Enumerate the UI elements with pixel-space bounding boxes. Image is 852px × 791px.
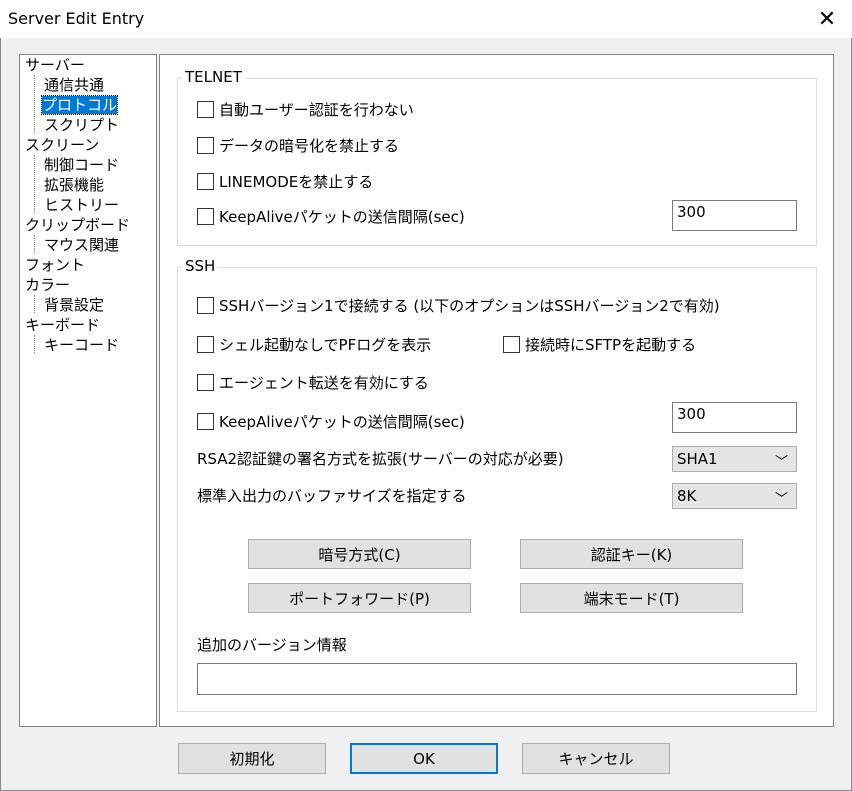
chevron-down-icon: ﹀ xyxy=(774,455,788,470)
terminal-mode-button[interactable]: 端末モード(T) xyxy=(520,583,743,613)
tree-item-mouse[interactable]: マウス関連 xyxy=(44,236,119,255)
cancel-button[interactable]: キャンセル xyxy=(522,743,670,774)
tree-item-extensions[interactable]: 拡張機能 xyxy=(44,176,104,195)
window-title: Server Edit Entry xyxy=(8,9,145,28)
tree-item-screen[interactable]: スクリーン xyxy=(25,136,99,155)
version-info-label: 追加のバージョン情報 xyxy=(197,636,347,654)
close-icon[interactable]: ✕ xyxy=(802,0,852,38)
ok-button[interactable]: OK xyxy=(350,743,498,774)
auth-key-button[interactable]: 認証キー(K) xyxy=(520,539,743,569)
init-button[interactable]: 初期化 xyxy=(178,743,326,774)
checkbox-box[interactable] xyxy=(197,413,214,430)
settings-panel: TELNET 自動ユーザー認証を行わない データの暗号化を禁止する LINEMO… xyxy=(159,54,834,727)
tree-item-server[interactable]: サーバー xyxy=(25,56,85,75)
pf-log-checkbox[interactable]: シェル起動なしでPFログを表示 xyxy=(197,334,431,355)
checkbox-box[interactable] xyxy=(197,101,214,118)
tree-connector xyxy=(34,235,35,253)
telnet-no-linemode-checkbox[interactable]: LINEMODEを禁止する xyxy=(197,171,373,192)
tree-item-comm[interactable]: 通信共通 xyxy=(44,76,104,95)
rsa-sign-label: RSA2認証鍵の署名方式を拡張(サーバーの対応が必要) xyxy=(197,450,564,468)
ssh1-checkbox[interactable]: SSHバージョン1で接続する (以下のオプションはSSHバージョン2で有効) xyxy=(197,295,720,316)
telnet-keepalive-input[interactable]: 300 xyxy=(672,200,797,231)
telnet-auto-login-checkbox[interactable]: 自動ユーザー認証を行わない xyxy=(197,99,414,120)
tree-connector xyxy=(34,75,35,133)
title-bar: Server Edit Entry ✕ xyxy=(0,0,852,38)
cipher-button[interactable]: 暗号方式(C) xyxy=(248,539,471,569)
telnet-keepalive-checkbox[interactable]: KeepAliveパケットの送信間隔(sec) xyxy=(197,206,465,227)
checkbox-box[interactable] xyxy=(503,336,520,353)
buffer-size-label: 標準入出力のバッファサイズを指定する xyxy=(197,487,467,505)
tree-item-background[interactable]: 背景設定 xyxy=(44,296,104,315)
tree-item-script[interactable]: スクリプト xyxy=(44,116,119,135)
port-forward-button[interactable]: ポートフォワード(P) xyxy=(248,583,471,613)
agent-forward-checkbox[interactable]: エージェント転送を有効にする xyxy=(197,372,429,393)
ssh-group-label: SSH xyxy=(182,257,219,275)
ssh-keepalive-input[interactable]: 300 xyxy=(672,402,797,433)
chevron-down-icon: ﹀ xyxy=(774,492,788,507)
tree-connector xyxy=(34,335,35,353)
tree-item-keyboard[interactable]: キーボード xyxy=(25,316,100,335)
tree-item-color[interactable]: カラー xyxy=(25,276,70,295)
checkbox-box[interactable] xyxy=(197,208,214,225)
telnet-group-label: TELNET xyxy=(182,68,245,86)
version-info-input[interactable] xyxy=(197,663,797,695)
tree-item-history[interactable]: ヒストリー xyxy=(44,196,119,215)
tree-item-font[interactable]: フォント xyxy=(25,256,85,275)
checkbox-box[interactable] xyxy=(197,297,214,314)
checkbox-box[interactable] xyxy=(197,336,214,353)
tree-item-protocol[interactable]: プロトコル xyxy=(40,95,119,115)
sftp-checkbox[interactable]: 接続時にSFTPを起動する xyxy=(503,334,696,355)
tree-item-keycode[interactable]: キーコード xyxy=(44,336,119,355)
tree-connector xyxy=(34,295,35,313)
buffer-size-select[interactable]: 8K ﹀ xyxy=(672,483,797,509)
checkbox-box[interactable] xyxy=(197,137,214,154)
ssh-keepalive-checkbox[interactable]: KeepAliveパケットの送信間隔(sec) xyxy=(197,411,465,432)
tree-item-control-code[interactable]: 制御コード xyxy=(44,156,119,175)
checkbox-box[interactable] xyxy=(197,173,214,190)
tree-item-clipboard[interactable]: クリップボード xyxy=(25,216,130,235)
checkbox-box[interactable] xyxy=(197,374,214,391)
rsa-sign-select[interactable]: SHA1 ﹀ xyxy=(672,446,797,472)
category-tree[interactable]: サーバー 通信共通 プロトコル スクリプト スクリーン 制御コード 拡張機能 ヒ… xyxy=(19,54,157,727)
telnet-no-encrypt-checkbox[interactable]: データの暗号化を禁止する xyxy=(197,135,399,156)
tree-connector xyxy=(34,155,35,213)
